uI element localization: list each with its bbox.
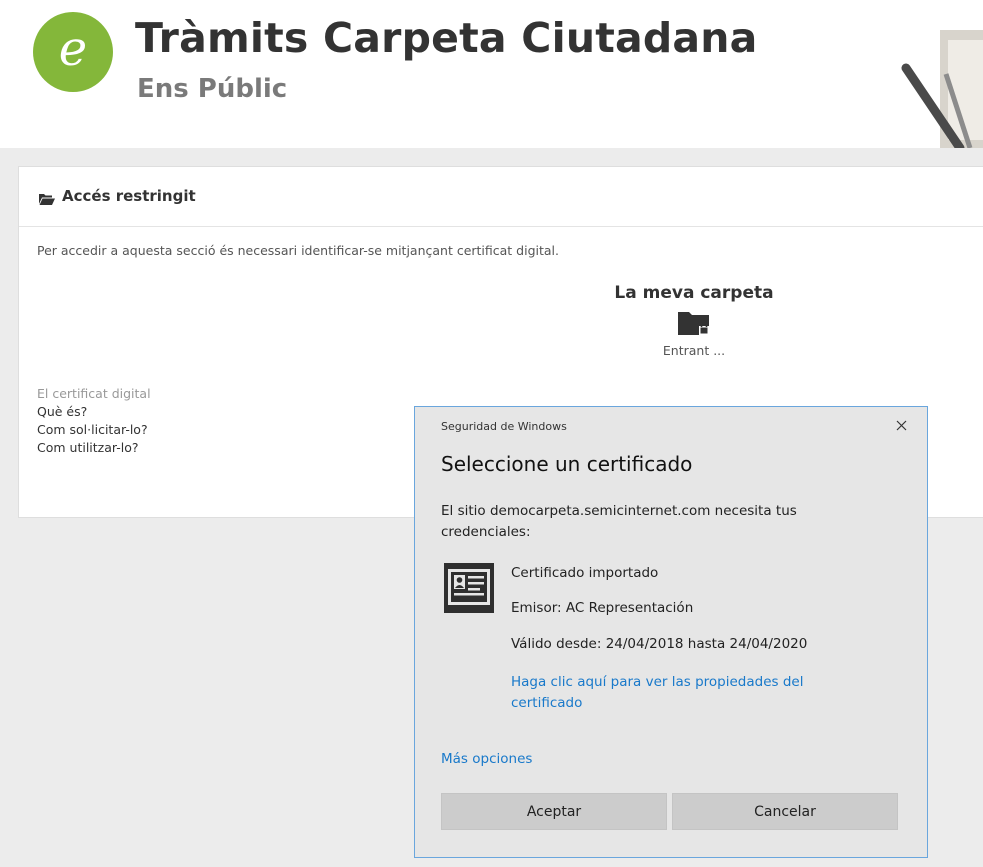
intro-text: Per accedir a aquesta secció és necessar… [37,243,560,258]
dialog-caption: Seguridad de Windows [441,420,567,433]
my-folder-block: La meva carpeta Entrant ... [579,283,809,358]
certificate-properties-link[interactable]: Haga clic aquí para ver las propiedades … [511,672,861,714]
loading-status: Entrant ... [662,343,726,358]
certificate-help-heading: El certificat digital [37,386,151,401]
more-options-link[interactable]: Más opciones [441,751,532,767]
close-button[interactable] [889,413,913,437]
folder-open-icon [39,194,55,205]
accept-button[interactable]: Aceptar [441,793,667,830]
certificate-card-icon[interactable] [443,562,495,614]
panel-title: Accés restringit [62,187,196,205]
my-folder-title: La meva carpeta [614,283,774,303]
site-title: Tràmits Carpeta Ciutadana [135,14,758,62]
certificate-help-links: El certificat digital Què és? Com sol·li… [37,385,151,457]
certificate-name: Certificado importado [511,565,659,581]
windows-security-dialog: Seguridad de Windows Seleccione un certi… [414,406,928,858]
certificate-issuer: Emisor: AC Representación [511,600,694,616]
dialog-heading: Seleccione un certificado [441,452,693,476]
decorative-folder-image [901,30,983,148]
close-icon [896,420,906,430]
site-subtitle: Ens Públic [137,74,288,104]
brand-logo[interactable]: e [33,12,113,92]
logo-letter: e [58,21,88,77]
folder-lock-icon [678,312,709,335]
panel-header: Accés restringit [19,167,983,227]
link-what-is-it[interactable]: Què és? [37,403,151,421]
link-how-to-request[interactable]: Com sol·licitar-lo? [37,421,151,439]
link-how-to-use[interactable]: Com utilitzar-lo? [37,439,151,457]
certificate-validity: Válido desde: 24/04/2018 hasta 24/04/202… [511,636,808,652]
site-header: e Tràmits Carpeta Ciutadana Ens Públic [0,0,983,148]
cancel-button[interactable]: Cancelar [672,793,898,830]
dialog-message: El sitio democarpeta.semicinternet.com n… [441,503,797,540]
